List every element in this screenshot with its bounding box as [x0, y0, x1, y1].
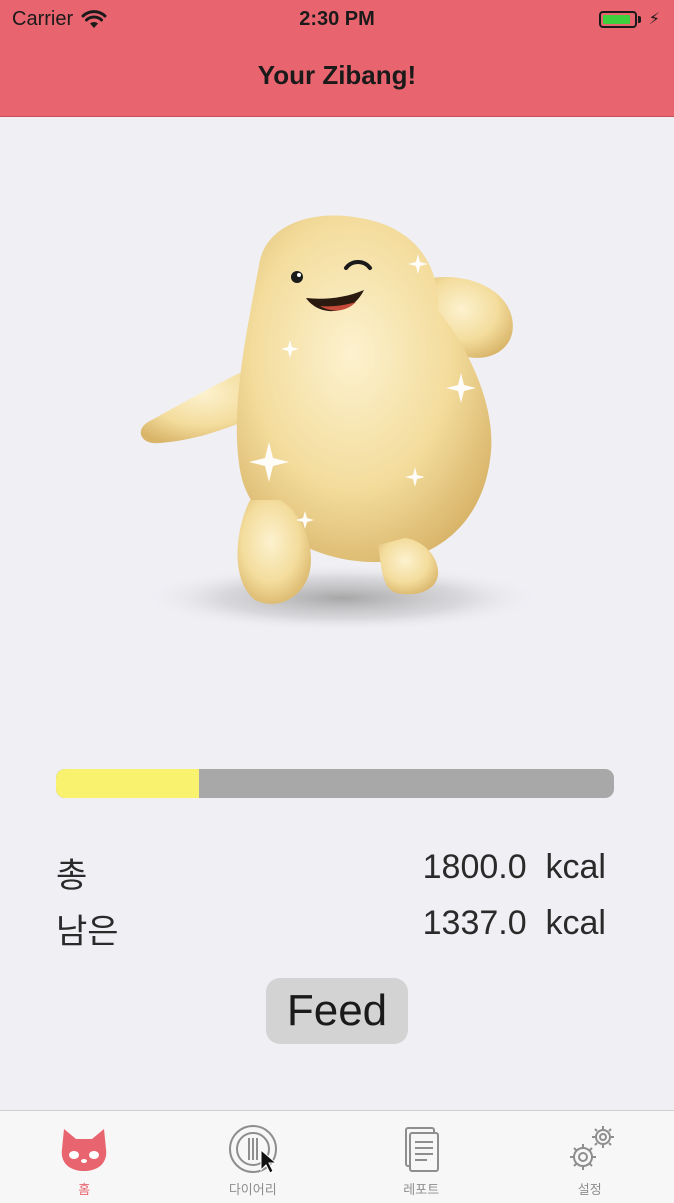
calorie-progress-bar — [56, 769, 614, 798]
zibang-character-image — [120, 200, 550, 640]
tab-label: 레포트 — [403, 1179, 439, 1198]
tab-bar: 홈 다이어리 레포트 — [0, 1110, 674, 1203]
tab-label: 홈 — [78, 1179, 90, 1198]
total-calories-row: 총 1800.0 kcal — [56, 848, 606, 892]
gears-icon — [560, 1121, 620, 1177]
tab-label: 다이어리 — [229, 1179, 277, 1198]
battery-tip — [638, 16, 641, 23]
tab-diary[interactable]: 다이어리 — [169, 1111, 338, 1203]
report-document-icon — [391, 1121, 451, 1177]
battery-indicator: ⚡ — [599, 9, 660, 29]
status-time: 2:30 PM — [0, 8, 674, 31]
remaining-value: 1337.0 kcal — [423, 904, 606, 943]
charging-bolt-icon: ⚡ — [649, 9, 660, 29]
battery-level — [603, 15, 630, 24]
page-title: Your Zibang! — [0, 60, 674, 91]
plate-cutlery-icon — [223, 1121, 283, 1177]
tab-label: 설정 — [578, 1179, 602, 1198]
remaining-label: 남은 — [56, 904, 119, 953]
total-label: 총 — [56, 848, 87, 897]
tab-home[interactable]: 홈 — [0, 1111, 169, 1203]
navigation-header: Carrier 2:30 PM ⚡ Your Zibang! — [0, 0, 674, 117]
calorie-progress-fill — [56, 769, 199, 798]
tab-settings[interactable]: 설정 — [506, 1111, 674, 1203]
status-bar: Carrier 2:30 PM ⚡ — [0, 0, 674, 40]
remaining-calories-row: 남은 1337.0 kcal — [56, 904, 606, 948]
battery-icon — [599, 11, 637, 28]
feed-button[interactable]: Feed — [266, 978, 408, 1044]
tab-report[interactable]: 레포트 — [337, 1111, 506, 1203]
total-value: 1800.0 kcal — [423, 848, 606, 887]
cat-face-icon — [54, 1121, 114, 1177]
